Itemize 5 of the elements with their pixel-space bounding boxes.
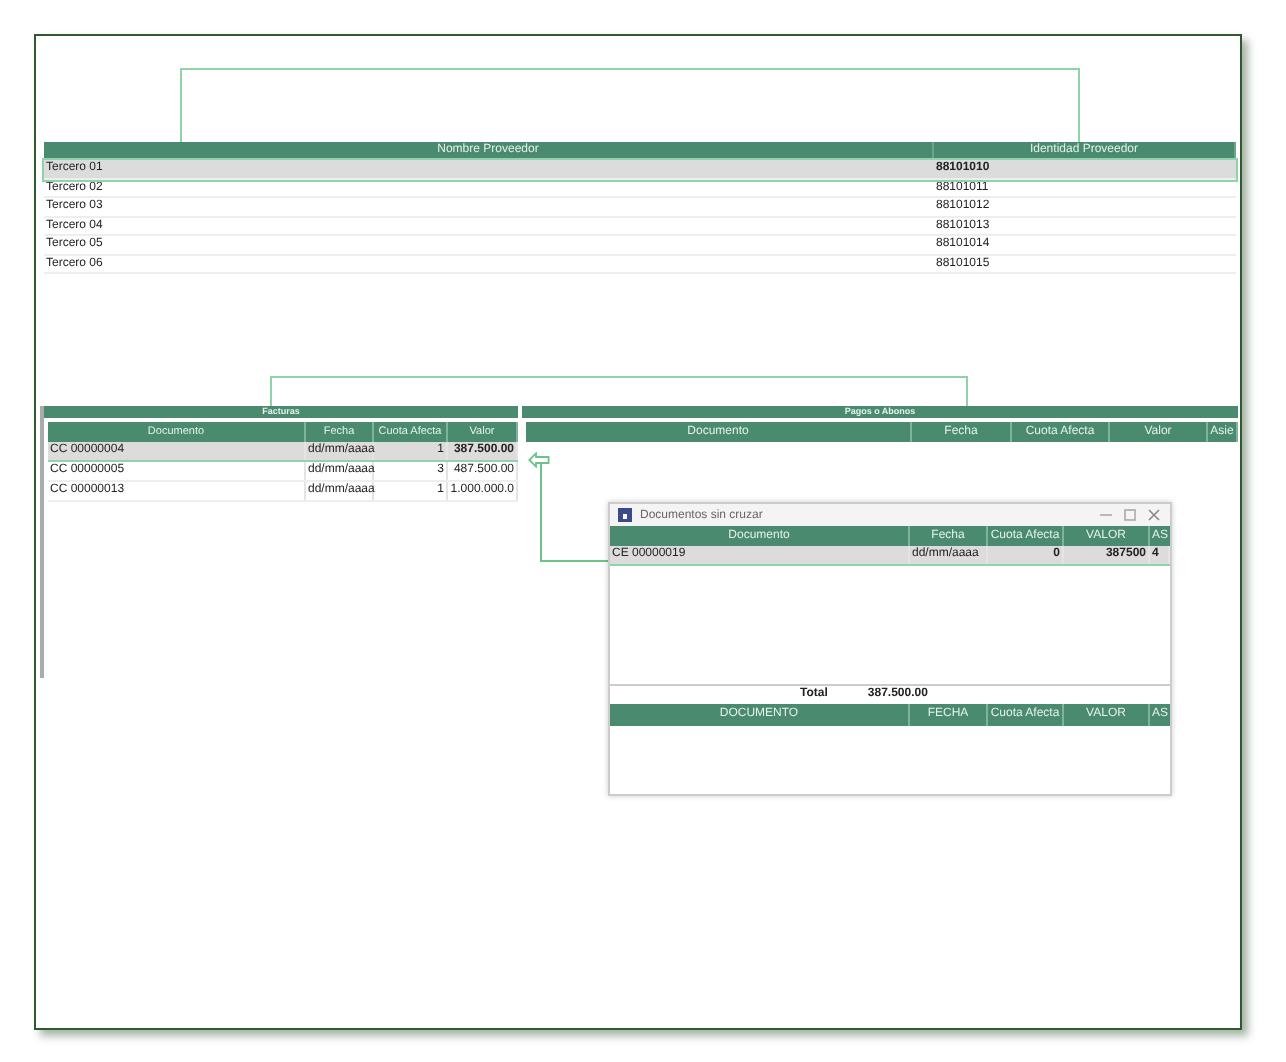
maximize-icon[interactable] [1122, 508, 1138, 522]
minimize-icon[interactable] [1098, 508, 1114, 522]
leader-line [538, 464, 610, 564]
close-icon[interactable] [1146, 508, 1162, 522]
left-arrow-icon[interactable] [528, 452, 550, 468]
